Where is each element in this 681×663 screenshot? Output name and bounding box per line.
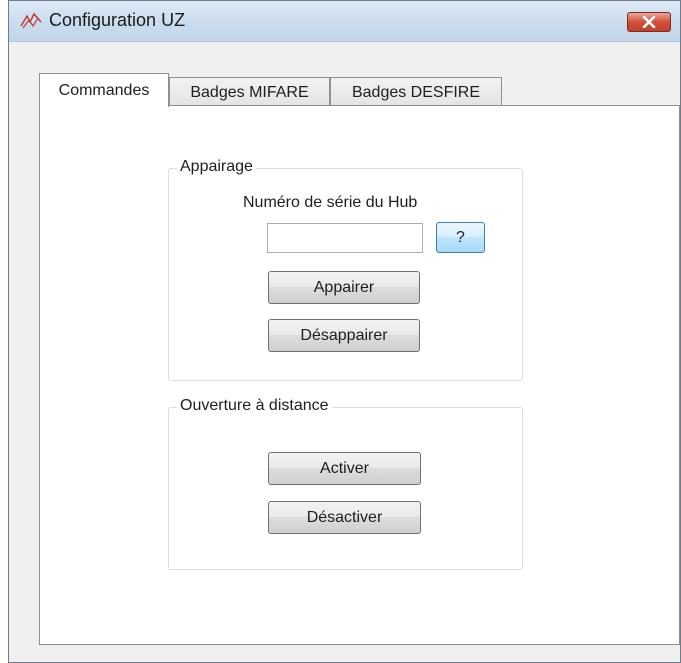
remote-opening-group: Ouverture à distance Activer Désactiver — [168, 397, 523, 570]
dialog-body: Commandes Badges MIFARE Badges DESFIRE A… — [9, 42, 680, 662]
deactivate-button[interactable]: Désactiver — [268, 501, 421, 534]
close-icon — [642, 16, 656, 28]
tab-label: Badges MIFARE — [190, 83, 309, 101]
configuration-window: Configuration UZ Commandes Badges MIFARE… — [8, 0, 681, 663]
pairing-group: Appairage Numéro de série du Hub ? Appai… — [168, 158, 523, 381]
activate-button-label: Activer — [320, 459, 369, 477]
serial-number-label: Numéro de série du Hub — [243, 194, 418, 211]
pairing-group-label: Appairage — [177, 158, 256, 176]
tab-label: Badges DESFIRE — [351, 83, 481, 101]
title-bar[interactable]: Configuration UZ — [9, 1, 680, 42]
tab-badges-desfire[interactable]: Badges DESFIRE — [330, 77, 502, 107]
app-icon — [20, 12, 42, 29]
unpair-button-label: Désappairer — [300, 326, 388, 344]
help-button-label: ? — [456, 228, 465, 246]
serial-number-input[interactable] — [267, 223, 423, 253]
activate-button[interactable]: Activer — [268, 452, 421, 485]
unpair-button[interactable]: Désappairer — [268, 319, 420, 352]
pair-button[interactable]: Appairer — [268, 271, 420, 304]
window-title: Configuration UZ — [49, 10, 186, 30]
tab-panel-commandes: Appairage Numéro de série du Hub ? Appai… — [39, 105, 680, 645]
deactivate-button-label: Désactiver — [306, 508, 383, 526]
help-button[interactable]: ? — [436, 222, 485, 253]
tab-commandes[interactable]: Commandes — [39, 73, 169, 107]
tab-label: Commandes — [58, 81, 150, 99]
pair-button-label: Appairer — [313, 278, 375, 296]
remote-opening-group-label: Ouverture à distance — [177, 397, 332, 415]
close-button[interactable] — [627, 12, 671, 32]
tab-badges-mifare[interactable]: Badges MIFARE — [169, 77, 330, 107]
